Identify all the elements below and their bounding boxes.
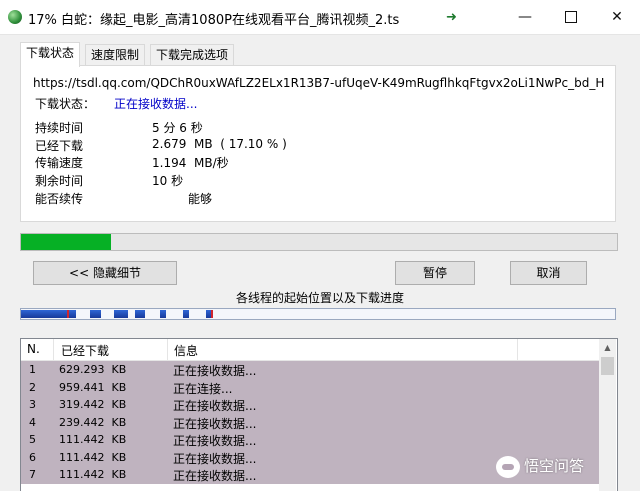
row-info: 正在接收数据... (173, 399, 257, 413)
row-number: 6 (29, 450, 36, 464)
idm-app-icon (8, 10, 22, 24)
row-info: 正在接收数据... (173, 434, 257, 448)
pause-button[interactable]: 暂停 (395, 261, 475, 285)
download-url: https://tsdl.qq.com/QDChR0uxWAfLZ2ELx1R1… (33, 76, 605, 90)
download-state-label: 下载状态： (35, 97, 96, 111)
column-header-downloaded[interactable]: 已经下载 (61, 342, 109, 359)
download-state-value: 正在接收数据... (114, 97, 198, 111)
tab-completion-options[interactable]: 下载完成选项 (150, 44, 235, 66)
row-info: 正在接收数据... (173, 364, 257, 378)
thread-segment-5 (160, 310, 166, 318)
table-row[interactable]: 4 239.442 KB 正在接收数据... (21, 413, 599, 431)
row-number: 7 (29, 468, 36, 481)
maximize-icon (565, 11, 577, 23)
thread-progress-bar (20, 308, 616, 320)
thread-segment-3 (114, 310, 128, 318)
duration-label: 持续时间 (35, 121, 84, 135)
thread-list-header: N. 已经下载 信息 (21, 339, 599, 361)
minimize-icon: — (518, 9, 532, 25)
scroll-thumb[interactable] (601, 357, 614, 375)
row-downloaded: 959.441 KB (59, 380, 127, 394)
close-icon: ✕ (611, 9, 623, 25)
speed-value: 1.194 MB/秒 (152, 156, 229, 170)
tab-speed-limit[interactable]: 速度限制 (85, 44, 146, 66)
watermark: 悟空问答 (496, 455, 584, 485)
remaining-time-value: 10 秒 (152, 174, 184, 188)
row-number: 3 (29, 398, 36, 411)
resume-support-label: 能否续传 (35, 192, 84, 206)
row-info: 正在接收数据... (173, 416, 257, 431)
row-downloaded: 629.293 KB (59, 363, 127, 376)
download-progress-bar (20, 233, 618, 251)
download-progress-fill (21, 234, 111, 250)
row-downloaded: 239.442 KB (59, 415, 127, 429)
column-header-info[interactable]: 信息 (174, 342, 198, 359)
row-downloaded: 319.442 KB (59, 398, 127, 411)
column-divider[interactable] (517, 339, 518, 360)
column-header-number[interactable]: N. (27, 342, 40, 356)
thread-progress-caption: 各线程的起始位置以及下载进度 (235, 291, 404, 305)
thread-start-marker (67, 310, 69, 318)
hide-details-button[interactable]: << 隐藏细节 (33, 261, 177, 285)
row-info: 正在连接... (173, 381, 233, 396)
column-divider[interactable] (53, 339, 54, 360)
remaining-time-label: 剩余时间 (35, 174, 84, 188)
row-info: 正在接收数据... (173, 451, 257, 466)
watermark-text: 悟空问答 (524, 457, 585, 475)
table-row[interactable]: 5 111.442 KB 正在接收数据... (21, 431, 599, 449)
row-downloaded: 111.442 KB (59, 433, 127, 446)
arrow-right-icon: ➜ (446, 10, 457, 25)
row-number: 1 (29, 363, 36, 376)
window-title: 17% 白蛇：缘起_电影_高清1080P在线观看平台_腾讯视频_2.ts (28, 13, 400, 28)
vertical-scrollbar[interactable]: ▲ (599, 339, 616, 491)
table-row[interactable]: 3 319.442 KB 正在接收数据... (21, 396, 599, 414)
maximize-button[interactable] (548, 0, 594, 34)
row-downloaded: 111.442 KB (59, 450, 127, 464)
downloaded-value: 2.679 MB ( 17.10 % ) (152, 137, 287, 151)
speed-label: 传输速度 (35, 156, 84, 170)
row-number: 5 (29, 433, 36, 446)
duration-value: 5 分 6 秒 (152, 121, 203, 135)
row-number: 2 (29, 380, 36, 394)
table-row[interactable]: 2 959.441 KB 正在连接... (21, 378, 599, 396)
row-info: 正在接收数据... (173, 469, 257, 483)
thread-segment-6 (183, 310, 189, 318)
column-divider[interactable] (167, 339, 168, 360)
scroll-up-icon[interactable]: ▲ (599, 339, 616, 356)
downloaded-label: 已经下载 (35, 139, 84, 153)
close-button[interactable]: ✕ (594, 0, 640, 34)
table-row[interactable]: 1 629.293 KB 正在接收数据... (21, 361, 599, 379)
title-bar: 17% 白蛇：缘起_电影_高清1080P在线观看平台_腾讯视频_2.ts ➜ —… (0, 0, 640, 35)
thread-segment-4 (135, 310, 145, 318)
thread-start-marker (211, 310, 213, 318)
thread-segment-2 (90, 310, 101, 318)
tab-download-status[interactable]: 下载状态 (20, 42, 81, 67)
row-number: 4 (29, 415, 36, 429)
wukong-logo-icon (496, 455, 520, 478)
minimize-button[interactable]: — (502, 0, 548, 34)
row-downloaded: 111.442 KB (59, 468, 127, 481)
cancel-button[interactable]: 取消 (510, 261, 587, 285)
resume-support-value: 能够 (188, 192, 213, 206)
download-status-panel: https://tsdl.qq.com/QDChR0uxWAfLZ2ELx1R1… (20, 65, 616, 222)
